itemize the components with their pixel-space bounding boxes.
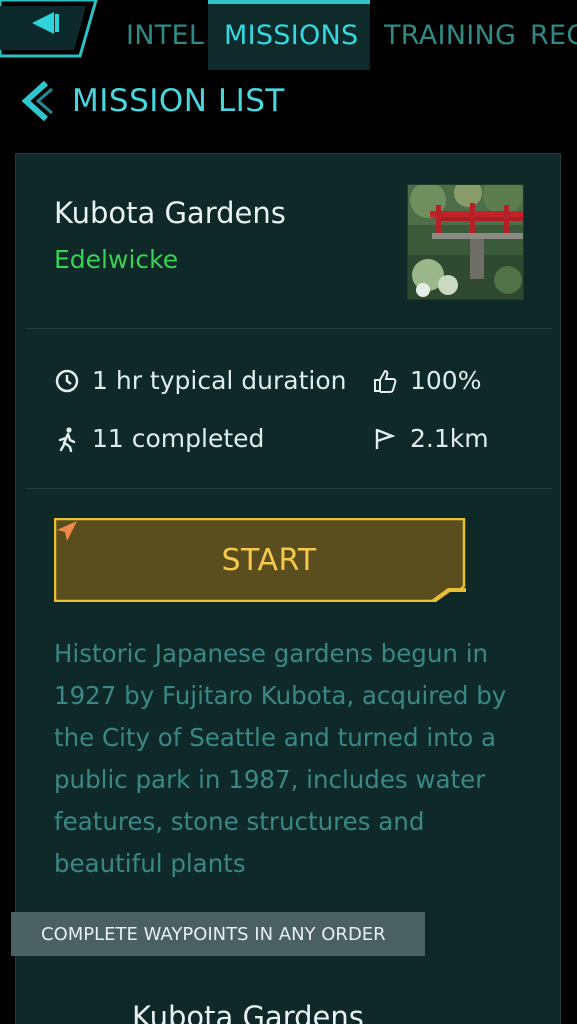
mission-title: Kubota Gardens (54, 196, 286, 230)
stat-distance: 2.1km (372, 424, 489, 453)
page-title: MISSION LIST (72, 83, 285, 119)
divider (26, 328, 552, 329)
nav-tabs: INTEL MISSIONS TRAINING REC (118, 0, 577, 70)
flag-icon (375, 428, 396, 449)
clock-icon (55, 369, 79, 392)
navigation-arrow-icon (57, 521, 77, 541)
tab-rec[interactable]: REC (520, 0, 577, 70)
stat-completed: 11 completed (54, 424, 264, 453)
back-arrow-icon (0, 0, 98, 58)
start-label: START (221, 542, 317, 578)
top-nav-bar: INTEL MISSIONS TRAINING REC (0, 0, 577, 70)
start-button[interactable]: START (54, 518, 466, 602)
distance-text: 2.1km (410, 424, 489, 453)
stat-rating: 100% (372, 366, 481, 395)
mission-author[interactable]: Edelwicke (54, 245, 178, 274)
thumbs-up-icon (374, 369, 397, 393)
walking-person-icon (58, 426, 76, 452)
divider (26, 488, 552, 489)
mission-description: Historic Japanese gardens begun in 1927 … (54, 639, 507, 878)
tab-training[interactable]: TRAINING (370, 0, 520, 70)
tab-intel[interactable]: INTEL (118, 0, 208, 70)
duration-text: 1 hr typical duration (92, 366, 347, 395)
mission-card: Kubota Gardens Edelwicke 1 hr typical du… (15, 153, 561, 1024)
tab-missions[interactable]: MISSIONS (208, 0, 370, 70)
waypoint-order-badge: COMPLETE WAYPOINTS IN ANY ORDER (11, 912, 425, 956)
waypoint-title: Kubota Gardens (132, 1000, 364, 1024)
chevron-left-icon (21, 80, 53, 122)
mission-list-header[interactable]: MISSION LIST (18, 78, 285, 124)
mission-thumbnail (407, 184, 524, 300)
completed-text: 11 completed (92, 424, 265, 453)
rating-text: 100% (410, 366, 482, 395)
back-button[interactable] (0, 0, 102, 58)
stat-duration: 1 hr typical duration (54, 366, 347, 395)
